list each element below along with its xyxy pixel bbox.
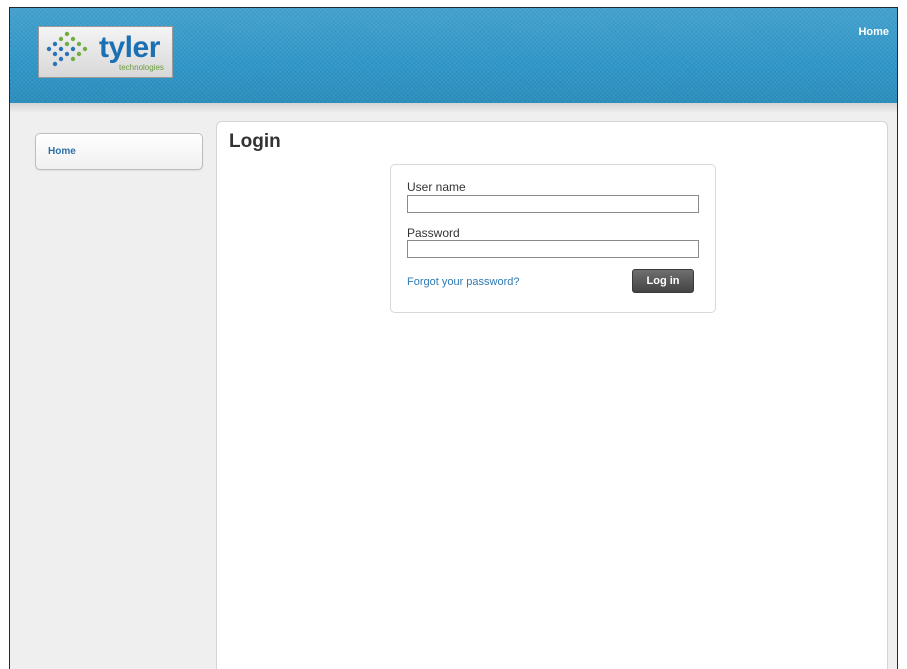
- username-label: User name: [407, 180, 466, 194]
- header-home-link[interactable]: Home: [858, 26, 889, 38]
- tyler-dots-logo-icon: [46, 31, 88, 67]
- login-button[interactable]: Log in: [632, 269, 694, 293]
- app-frame: tyler technologies Home Home Login User …: [9, 7, 898, 669]
- header-bar: tyler technologies Home: [10, 8, 897, 103]
- main-content-panel: Login User name Password Forgot your pas…: [216, 121, 888, 669]
- username-input[interactable]: [407, 195, 699, 213]
- sidebar-item-label: Home: [48, 146, 76, 157]
- forgot-password-link[interactable]: Forgot your password?: [407, 276, 520, 288]
- password-label: Password: [407, 226, 460, 240]
- tyler-logo[interactable]: tyler technologies: [38, 26, 173, 78]
- login-form: User name Password Forgot your password?…: [390, 164, 716, 313]
- sidebar-item-home[interactable]: Home: [35, 133, 203, 170]
- password-input[interactable]: [407, 240, 699, 258]
- page-title: Login: [229, 131, 281, 152]
- header-shadow: [10, 103, 897, 113]
- logo-subtext: technologies: [119, 63, 164, 72]
- logo-wordmark: tyler: [99, 31, 160, 64]
